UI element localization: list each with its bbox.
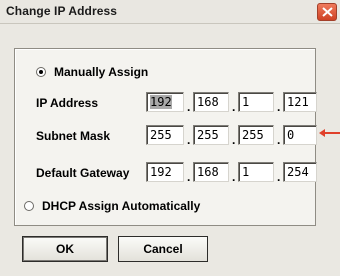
- subnet-octet-3[interactable]: 255: [238, 125, 274, 145]
- close-icon: [322, 7, 333, 17]
- ip-dot-1: .: [187, 100, 191, 114]
- subnet-dot-3: .: [277, 133, 281, 147]
- gateway-octet-2[interactable]: 168: [193, 162, 229, 182]
- subnet-dot-1: .: [187, 133, 191, 147]
- gateway-octet-4[interactable]: 254: [283, 162, 317, 182]
- ip-dot-3: .: [277, 100, 281, 114]
- close-button[interactable]: [317, 3, 337, 21]
- ip-octet-4[interactable]: 121: [283, 92, 317, 112]
- gateway-octet-1[interactable]: 192: [146, 162, 184, 182]
- pointer-arrow-icon: [319, 129, 325, 137]
- ok-button[interactable]: OK: [22, 236, 108, 262]
- subnet-octet-4[interactable]: 0: [283, 125, 317, 145]
- window-title: Change IP Address: [6, 4, 118, 18]
- cancel-button[interactable]: Cancel: [118, 236, 208, 262]
- title-bar[interactable]: Change IP Address: [0, 0, 340, 24]
- ip-dot-2: .: [232, 100, 236, 114]
- ip-octet-2[interactable]: 168: [193, 92, 229, 112]
- gateway-dot-3: .: [277, 170, 281, 184]
- subnet-dot-2: .: [232, 133, 236, 147]
- manual-assign-option[interactable]: Manually Assign: [36, 65, 148, 79]
- gateway-dot-1: .: [187, 170, 191, 184]
- dhcp-assign-radio[interactable]: [24, 201, 34, 211]
- manual-assign-label: Manually Assign: [54, 65, 149, 79]
- change-ip-dialog: Change IP Address Manually Assign IP Add…: [0, 0, 340, 276]
- ip-octet-1[interactable]: 192: [146, 92, 184, 112]
- dhcp-assign-label: DHCP Assign Automatically: [42, 199, 201, 213]
- subnet-octet-2[interactable]: 255: [193, 125, 229, 145]
- manual-assign-radio[interactable]: [36, 67, 46, 77]
- ip-octet-3[interactable]: 1: [238, 92, 274, 112]
- gateway-dot-2: .: [232, 170, 236, 184]
- subnet-mask-label: Subnet Mask: [36, 129, 111, 143]
- ip-address-label: IP Address: [36, 96, 99, 110]
- dhcp-assign-option[interactable]: DHCP Assign Automatically: [24, 199, 200, 213]
- gateway-octet-3[interactable]: 1: [238, 162, 274, 182]
- subnet-octet-1[interactable]: 255: [146, 125, 184, 145]
- default-gateway-label: Default Gateway: [36, 166, 130, 180]
